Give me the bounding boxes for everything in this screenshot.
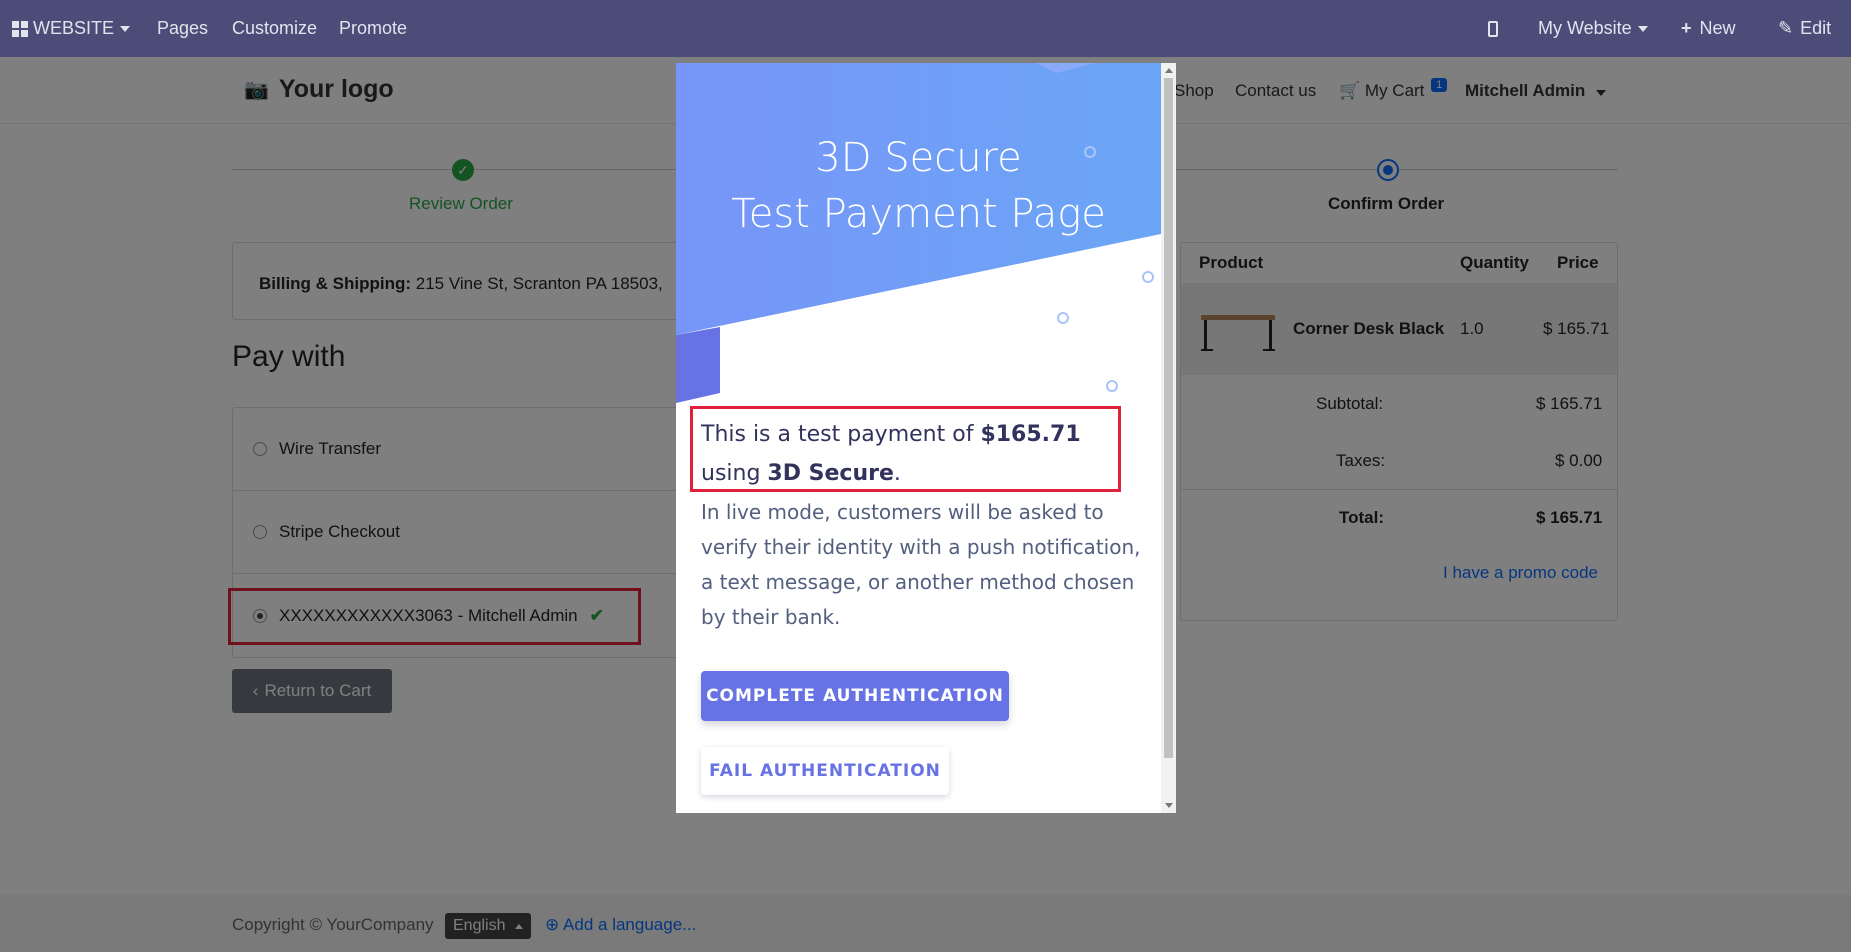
my-website-label: My Website xyxy=(1538,18,1632,38)
apps-grid-icon xyxy=(12,20,28,37)
msg-suffix: . xyxy=(893,461,901,486)
msg-mid: using xyxy=(701,461,768,486)
promote-menu[interactable]: Promote xyxy=(339,0,407,57)
admin-topbar: WEBSITE Pages Customize Promote My Websi… xyxy=(0,0,1851,57)
website-menu-label: WEBSITE xyxy=(33,18,115,38)
mobile-preview-button[interactable] xyxy=(1488,0,1498,57)
my-website-menu[interactable]: My Website xyxy=(1538,0,1648,57)
pencil-icon: ✎ xyxy=(1778,18,1794,38)
modal-title: 3D Secure Test Payment Page xyxy=(676,130,1161,242)
live-mode-explanation: In live mode, customers will be asked to… xyxy=(701,500,1141,629)
customize-menu[interactable]: Customize xyxy=(232,0,317,57)
chevron-down-icon xyxy=(1637,25,1648,32)
payment-amount: $165.71 xyxy=(980,422,1081,447)
new-button[interactable]: + New xyxy=(1681,0,1736,57)
edit-button[interactable]: ✎ Edit xyxy=(1778,0,1831,57)
edit-label: Edit xyxy=(1800,18,1832,38)
mobile-icon xyxy=(1488,20,1498,37)
scroll-thumb[interactable] xyxy=(1164,78,1173,758)
website-menu[interactable]: WEBSITE xyxy=(12,0,131,57)
modal-title-line2: Test Payment Page xyxy=(731,191,1106,237)
fail-authentication-button[interactable]: FAIL AUTHENTICATION xyxy=(701,747,949,795)
payment-method-name: 3D Secure xyxy=(767,461,894,486)
chevron-down-icon xyxy=(120,25,131,32)
msg-prefix: This is a test payment of xyxy=(701,422,981,447)
scroll-down-icon[interactable] xyxy=(1165,803,1173,808)
scroll-up-icon[interactable] xyxy=(1165,68,1173,73)
test-payment-message: This is a test payment of $165.71 using … xyxy=(701,415,1121,493)
complete-authentication-button[interactable]: COMPLETE AUTHENTICATION xyxy=(701,671,1009,721)
new-label: New xyxy=(1699,18,1736,38)
modal-scrollbar[interactable] xyxy=(1161,63,1176,813)
modal-title-line1: 3D Secure xyxy=(815,135,1022,181)
plus-icon: + xyxy=(1681,18,1692,38)
3ds-test-payment-modal: 3D Secure Test Payment Page This is a te… xyxy=(676,63,1176,813)
pages-menu[interactable]: Pages xyxy=(157,0,208,57)
